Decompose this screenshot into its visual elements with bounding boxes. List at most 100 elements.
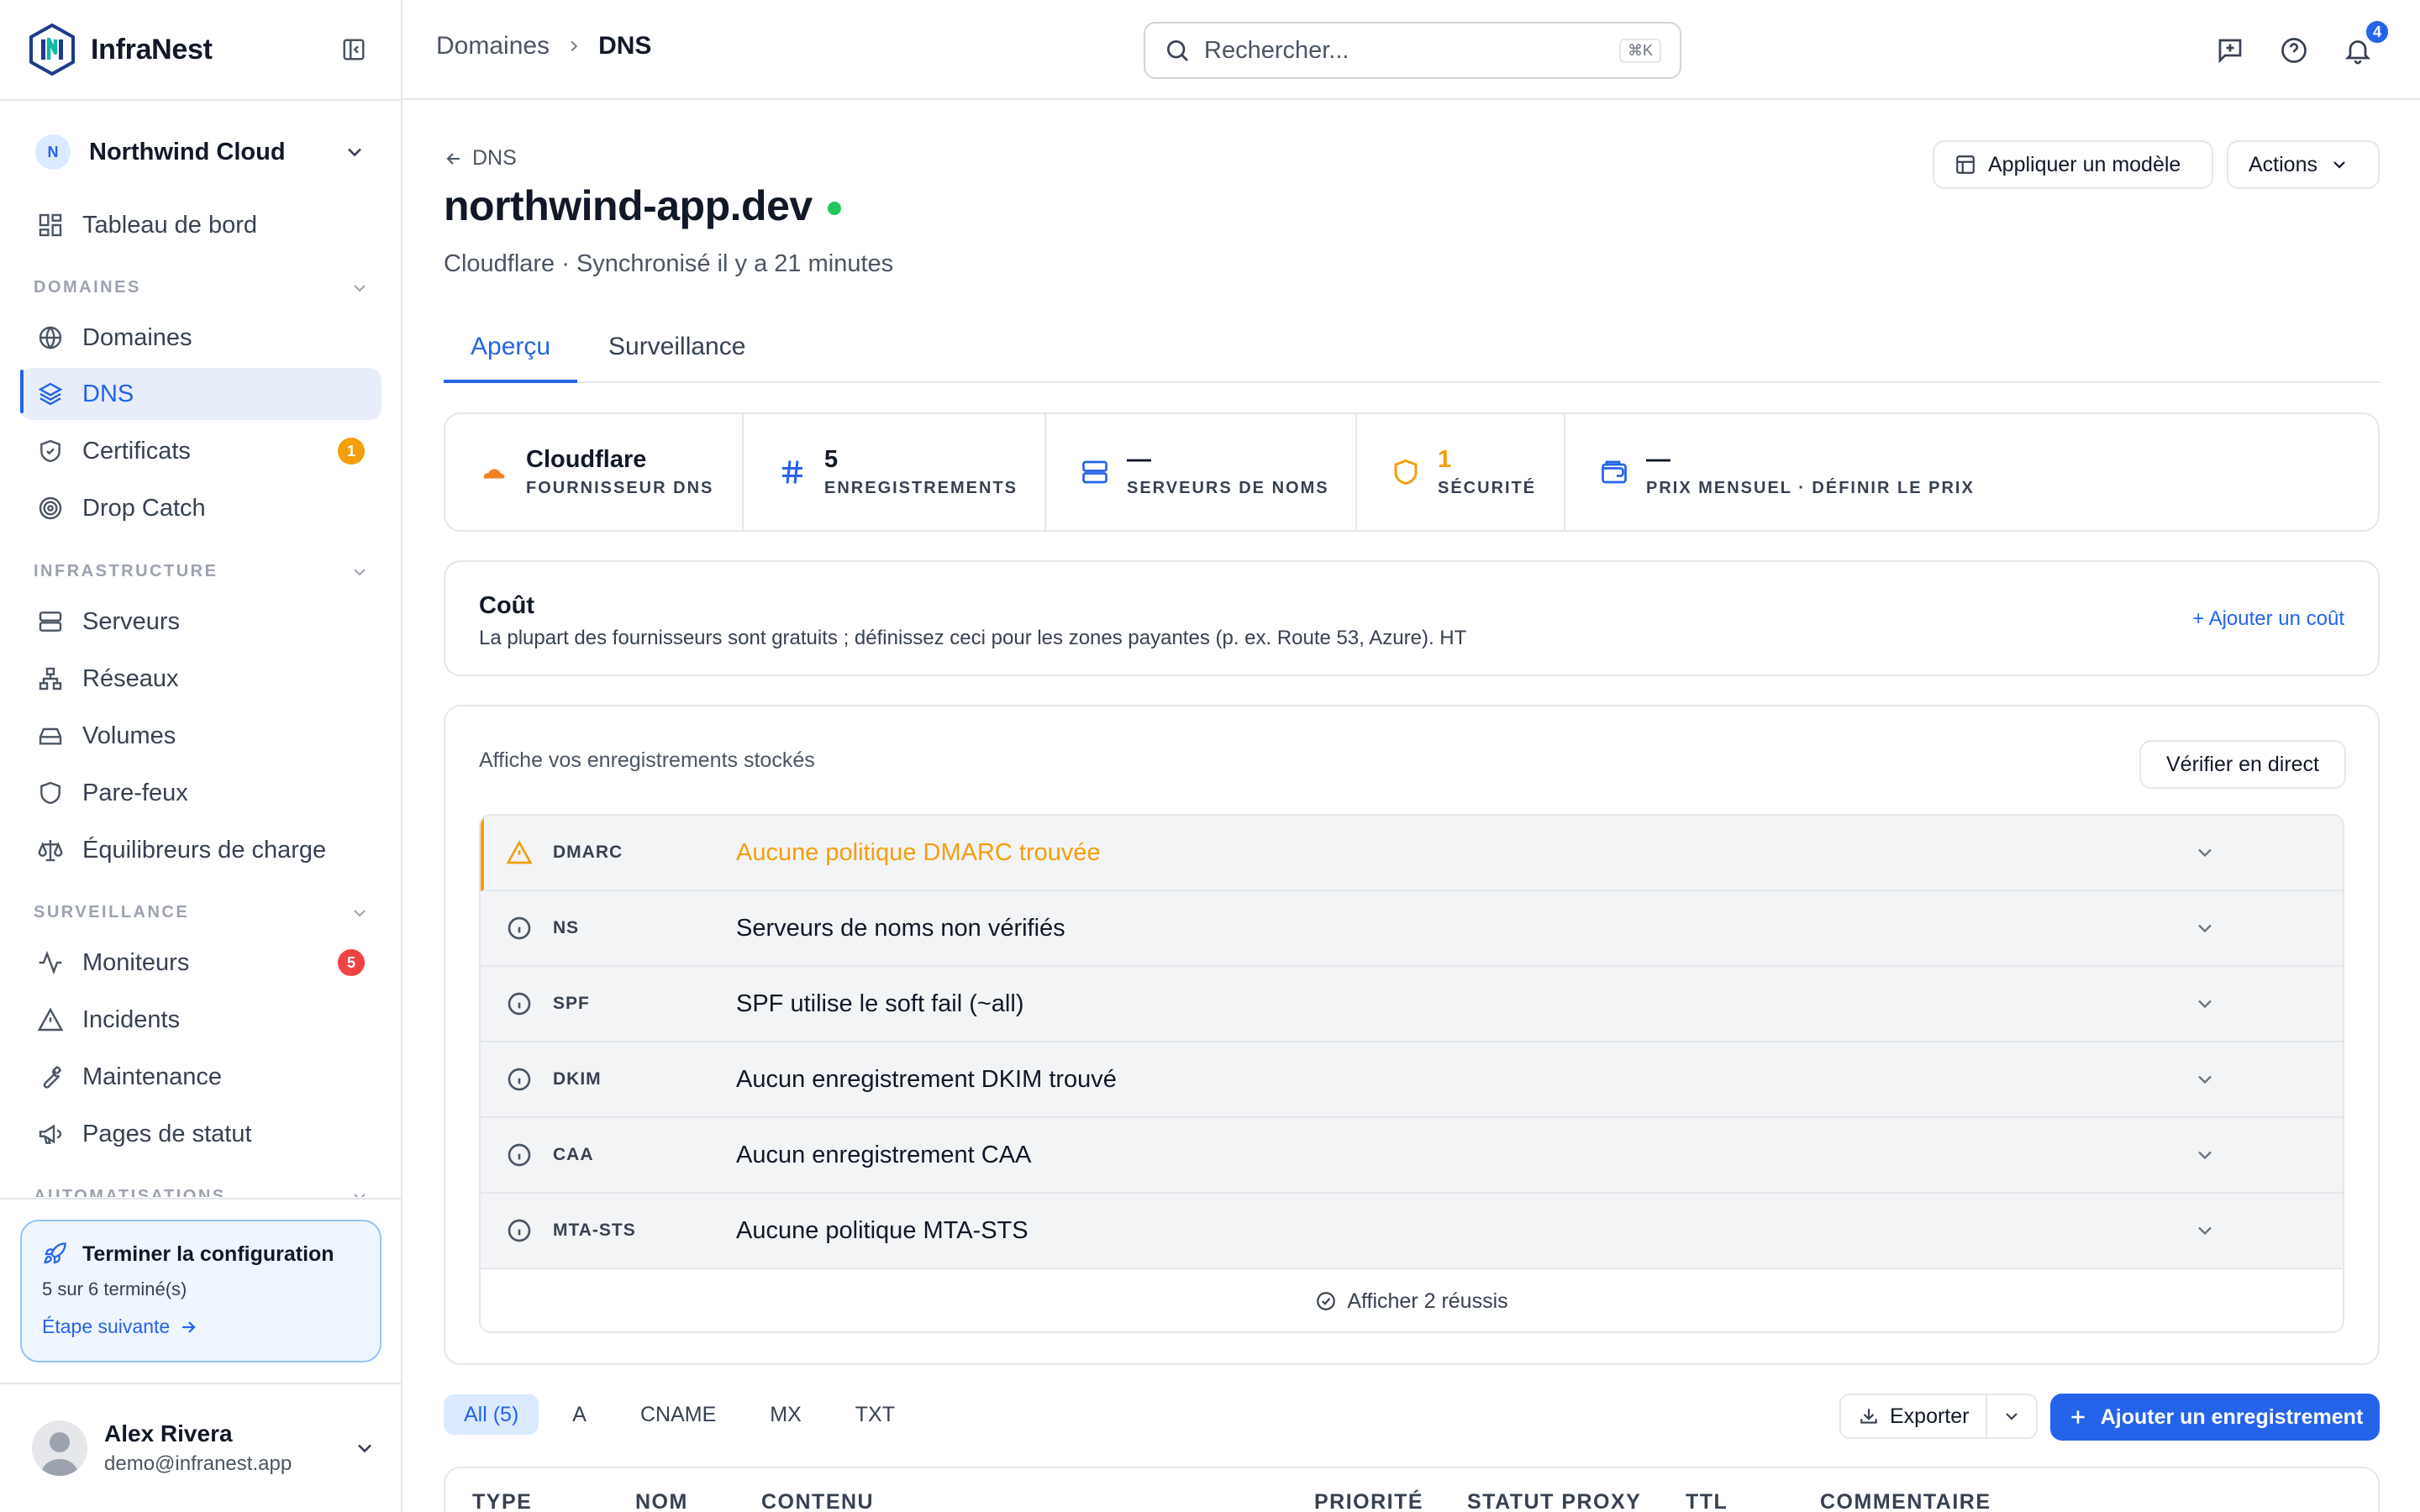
- sidebar-item-drop-catch[interactable]: Drop Catch: [20, 482, 381, 534]
- column-type[interactable]: TYPE: [472, 1490, 532, 1512]
- sidebar-item-label: Serveurs: [82, 607, 181, 635]
- shield-icon: [1391, 457, 1421, 487]
- apply-template-button[interactable]: Appliquer un modèle: [1933, 140, 2213, 189]
- filter-txt[interactable]: TXT: [835, 1394, 915, 1435]
- chevron-down-icon: [350, 278, 370, 298]
- stat-value: 5: [824, 446, 839, 473]
- sidebar-item-maintenance[interactable]: Maintenance: [20, 1051, 381, 1103]
- back-link[interactable]: DNS: [444, 146, 517, 171]
- cost-title: Coût: [479, 592, 535, 619]
- sidebar-item-label: Certificats: [82, 437, 191, 465]
- plus-icon: [2067, 1406, 2089, 1428]
- tab-overview[interactable]: Aperçu: [444, 333, 578, 383]
- next-step-link[interactable]: Étape suivante: [42, 1315, 360, 1338]
- add-record-button[interactable]: Ajouter un enregistrement: [2050, 1394, 2380, 1441]
- audit-key: SPF: [553, 994, 590, 1013]
- org-avatar: N: [35, 134, 71, 170]
- check-circle-icon: [1315, 1290, 1337, 1312]
- activity-icon: [37, 949, 64, 976]
- user-menu[interactable]: Alex Rivera demo@infranest.app: [32, 1415, 376, 1482]
- filter-all[interactable]: All (5): [444, 1394, 539, 1435]
- column-content[interactable]: CONTENU: [761, 1490, 874, 1512]
- sidebar-item-volumes[interactable]: Volumes: [20, 710, 381, 762]
- template-icon: [1954, 154, 1976, 176]
- sidebar-item-incidents[interactable]: Incidents: [20, 994, 381, 1046]
- setup-progress: 5 sur 6 terminé(s): [42, 1278, 187, 1299]
- section-infrastructure[interactable]: INFRASTRUCTURE: [34, 562, 370, 581]
- audit-message: Aucune politique DMARC trouvée: [736, 838, 1101, 866]
- monitors-badge: 5: [338, 949, 365, 976]
- audit-row-spf[interactable]: SPF SPF utilise le soft fail (~all): [481, 967, 2343, 1042]
- search-input[interactable]: Rechercher... ⌘K: [1144, 22, 1681, 79]
- column-name[interactable]: NOM: [635, 1490, 688, 1512]
- tab-monitoring[interactable]: Surveillance: [581, 333, 772, 383]
- hard-drive-icon: [37, 722, 64, 749]
- column-proxy-status[interactable]: STATUT PROXY: [1467, 1490, 1641, 1512]
- chevron-down-icon: [350, 1187, 370, 1197]
- show-passed-button[interactable]: Afficher 2 réussis: [481, 1269, 2343, 1331]
- sidebar-item-label: Moniteurs: [82, 948, 190, 976]
- sidebar-item-load-balancers[interactable]: Équilibreurs de charge: [20, 824, 381, 876]
- section-automations[interactable]: AUTOMATISATIONS: [34, 1187, 370, 1197]
- add-cost-link[interactable]: + Ajouter un coût: [2192, 607, 2344, 631]
- filter-mx[interactable]: MX: [750, 1394, 822, 1435]
- stat-monthly-price[interactable]: — PRIX MENSUEL · DÉFINIR LE PRIX: [1565, 414, 2378, 530]
- audit-row-ns[interactable]: NS Serveurs de noms non vérifiés: [481, 891, 2343, 967]
- audit-key: DMARC: [553, 843, 623, 862]
- breadcrumb: Domaines DNS: [436, 32, 651, 60]
- sidebar-item-certificates[interactable]: Certificats 1: [20, 425, 381, 477]
- sidebar-item-status-pages[interactable]: Pages de statut: [20, 1108, 381, 1160]
- filter-a[interactable]: A: [552, 1394, 607, 1435]
- next-step-label: Étape suivante: [42, 1315, 171, 1337]
- stat-value: —: [1127, 446, 1151, 473]
- active-indicator: [20, 370, 24, 413]
- section-domains[interactable]: DOMAINES: [34, 278, 370, 297]
- audit-row-caa[interactable]: CAA Aucun enregistrement CAA: [481, 1118, 2343, 1194]
- sidebar-item-monitors[interactable]: Moniteurs 5: [20, 937, 381, 989]
- sidebar-item-label: Équilibreurs de charge: [82, 836, 327, 864]
- export-dropdown-button[interactable]: [1987, 1395, 2036, 1437]
- section-monitoring[interactable]: SURVEILLANCE: [34, 903, 370, 922]
- sidebar-collapse-icon[interactable]: [341, 37, 366, 62]
- filter-cname[interactable]: CNAME: [620, 1394, 736, 1435]
- stat-value: —: [1646, 446, 1670, 473]
- sidebar-item-firewalls[interactable]: Pare-feux: [20, 767, 381, 819]
- sidebar-item-servers[interactable]: Serveurs: [20, 596, 381, 648]
- setup-card: Terminer la configuration 5 sur 6 termin…: [20, 1220, 381, 1362]
- sidebar-item-networks[interactable]: Réseaux: [20, 653, 381, 705]
- page-subtitle: Cloudflare · Synchronisé il y a 21 minut…: [444, 250, 894, 277]
- audit-row-mta-sts[interactable]: MTA-STS Aucune politique MTA-STS: [481, 1194, 2343, 1269]
- verify-live-button[interactable]: Vérifier en direct: [2139, 740, 2346, 789]
- column-comment[interactable]: COMMENTAIRE: [1820, 1490, 1991, 1512]
- column-priority[interactable]: PRIORITÉ: [1314, 1490, 1423, 1512]
- stat-label: ENREGISTREMENTS: [824, 479, 1018, 497]
- breadcrumb-domains[interactable]: Domaines: [436, 32, 550, 60]
- sidebar-item-label: Drop Catch: [82, 494, 206, 522]
- section-label: INFRASTRUCTURE: [34, 562, 218, 580]
- user-name: Alex Rivera: [104, 1420, 233, 1446]
- audit-row-dkim[interactable]: DKIM Aucun enregistrement DKIM trouvé: [481, 1042, 2343, 1118]
- org-switcher[interactable]: N Northwind Cloud: [20, 126, 381, 178]
- info-icon: [506, 990, 533, 1017]
- server-icon: [37, 608, 64, 635]
- sidebar-item-dns[interactable]: DNS: [20, 368, 381, 420]
- stat-records: 5 ENREGISTREMENTS: [744, 414, 1046, 530]
- audit-message: Aucun enregistrement DKIM trouvé: [736, 1065, 1117, 1093]
- feedback-icon[interactable]: [2215, 35, 2245, 66]
- column-ttl[interactable]: TTL: [1686, 1490, 1728, 1512]
- section-label: DOMAINES: [34, 278, 141, 297]
- sidebar-item-dashboard[interactable]: Tableau de bord: [20, 199, 381, 251]
- sidebar-item-label: Réseaux: [82, 664, 179, 692]
- help-icon[interactable]: [2279, 35, 2309, 66]
- show-passed-label: Afficher 2 réussis: [1347, 1289, 1508, 1313]
- apply-template-label: Appliquer un modèle: [1988, 152, 2181, 176]
- breadcrumb-current: DNS: [598, 32, 652, 60]
- brand[interactable]: InfraNest: [27, 22, 213, 77]
- audit-row-dmarc[interactable]: DMARC Aucune politique DMARC trouvée: [481, 816, 2343, 891]
- export-button[interactable]: Exporter: [1841, 1395, 1988, 1437]
- chevron-down-icon: [2193, 992, 2217, 1016]
- rocket-icon: [42, 1242, 67, 1267]
- stat-label: SERVEURS DE NOMS: [1127, 479, 1329, 497]
- sidebar-item-domains[interactable]: Domaines: [20, 312, 381, 364]
- actions-button[interactable]: Actions: [2227, 140, 2380, 189]
